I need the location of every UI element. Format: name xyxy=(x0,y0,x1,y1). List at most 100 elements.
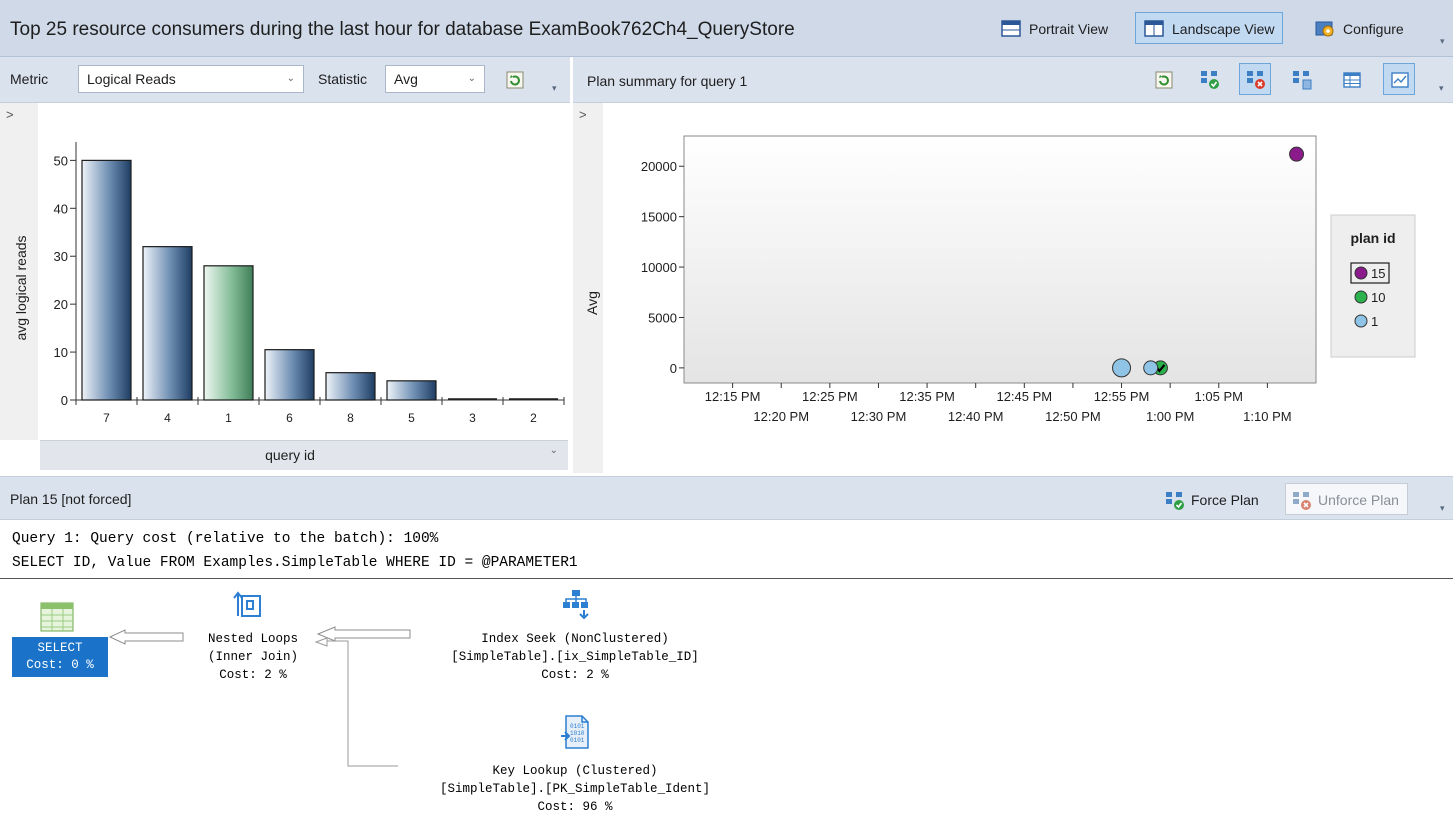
legend-swatch xyxy=(1354,314,1368,328)
y-tick-label: 0 xyxy=(61,393,68,408)
x-tick-label: 12:30 PM xyxy=(851,409,907,424)
refresh-button[interactable] xyxy=(498,63,530,95)
y-tick-label: 5000 xyxy=(648,310,677,325)
toolbar-overflow-grip[interactable]: ▾ xyxy=(552,84,560,99)
unforce-plan-label: Unforce Plan xyxy=(1318,492,1399,508)
index-seek-object: [SimpleTable].[ix_SimpleTable_ID] xyxy=(451,650,699,664)
x-tick-label: 6 xyxy=(286,411,293,425)
configure-label: Configure xyxy=(1343,21,1404,37)
nested-loops-cost: Cost: 2 % xyxy=(219,668,287,682)
plan-15-point[interactable] xyxy=(1289,146,1305,162)
refresh-icon xyxy=(506,71,524,89)
bar-query-8[interactable] xyxy=(325,372,376,401)
plan-1-point[interactable] xyxy=(1112,358,1132,378)
unforce-plan-button[interactable]: Unforce Plan xyxy=(1285,483,1408,515)
x-tick-label: 1 xyxy=(225,411,232,425)
force-plan-button[interactable]: Force Plan xyxy=(1158,483,1268,515)
statistic-select[interactable]: Avg ⌄ xyxy=(385,65,485,93)
portrait-view-icon xyxy=(1001,20,1021,37)
select-operator[interactable]: SELECT Cost: 0 % xyxy=(12,637,108,677)
x-tick-label: 12:50 PM xyxy=(1045,409,1101,424)
portrait-view-button[interactable]: Portrait View xyxy=(992,12,1117,44)
nested-loops-join-type: (Inner Join) xyxy=(207,650,298,664)
bar-query-4[interactable] xyxy=(142,246,193,401)
chart-icon xyxy=(1391,72,1409,88)
plan-summary-toolbar: Plan summary for query 1 ▾ xyxy=(573,57,1453,103)
metric-select-value: Logical Reads xyxy=(87,71,176,87)
toolbar-overflow-grip[interactable]: ▾ xyxy=(1440,37,1448,52)
y-tick-label: 50 xyxy=(54,153,68,168)
unforce-plan-toolbar-button[interactable] xyxy=(1239,63,1271,95)
grid-icon xyxy=(1343,72,1361,88)
x-tick-label: 7 xyxy=(103,411,110,425)
unforce-plan-icon xyxy=(1293,492,1311,510)
index-seek-operator[interactable]: Index Seek (NonClustered) [SimpleTable].… xyxy=(405,630,745,684)
svg-text:1010: 1010 xyxy=(570,730,585,737)
plan-summary-title: Plan summary for query 1 xyxy=(587,73,748,89)
x-tick-label: 3 xyxy=(469,411,476,425)
y-axis-label: Avg xyxy=(584,291,600,315)
y-tick-label: 15000 xyxy=(641,210,677,225)
nested-loops-label: Nested Loops xyxy=(207,632,298,646)
statistic-label: Statistic xyxy=(318,71,368,87)
nested-loops-icon xyxy=(233,591,261,617)
bar-query-1[interactable] xyxy=(203,265,254,401)
configure-button[interactable]: Configure xyxy=(1306,12,1413,44)
x-tick-label: 1:10 PM xyxy=(1243,409,1291,424)
report-title: Top 25 resource consumers during the las… xyxy=(10,19,795,40)
force-plan-icon xyxy=(1201,71,1219,89)
title-bar: Top 25 resource consumers during the las… xyxy=(0,0,1453,57)
x-tick-label: 12:55 PM xyxy=(1094,389,1150,404)
plan-1-point[interactable] xyxy=(1143,360,1159,376)
chevron-down-icon: ⌄ xyxy=(549,445,558,456)
bar-query-6[interactable] xyxy=(264,349,315,401)
landscape-view-button[interactable]: Landscape View xyxy=(1135,12,1284,44)
x-tick-label: 12:40 PM xyxy=(948,409,1004,424)
y-tick-label: 20000 xyxy=(641,159,677,174)
landscape-view-icon xyxy=(1144,20,1164,37)
legend-title: plan id xyxy=(1350,230,1395,246)
force-plan-toolbar-button[interactable] xyxy=(1193,63,1225,95)
bar-query-7[interactable] xyxy=(81,159,132,401)
key-lookup-label: Key Lookup (Clustered) xyxy=(492,764,658,778)
y-tick-label: 30 xyxy=(54,249,68,264)
key-lookup-icon: 0101 1010 0101 xyxy=(561,715,589,749)
x-tick-label: 8 xyxy=(347,411,354,425)
toolbar-overflow-grip[interactable]: ▾ xyxy=(1440,504,1448,519)
select-operator-label: SELECT xyxy=(37,641,83,655)
legend-item-label[interactable]: 15 xyxy=(1371,266,1385,281)
compare-plans-icon xyxy=(1293,71,1312,90)
key-lookup-cost: Cost: 96 % xyxy=(537,800,613,814)
legend-item-label[interactable]: 10 xyxy=(1371,290,1385,305)
force-plan-icon xyxy=(1166,492,1184,510)
configure-icon xyxy=(1315,21,1334,37)
svg-text:0101: 0101 xyxy=(570,737,585,744)
nested-loops-operator[interactable]: Nested Loops (Inner Join) Cost: 2 % xyxy=(178,630,328,684)
force-plan-label: Force Plan xyxy=(1191,492,1259,508)
index-seek-icon xyxy=(563,590,589,620)
key-lookup-operator[interactable]: Key Lookup (Clustered) [SimpleTable].[PK… xyxy=(395,762,755,816)
y-tick-label: 0 xyxy=(670,361,677,376)
chevron-down-icon: ⌄ xyxy=(467,73,476,84)
statistic-select-value: Avg xyxy=(394,71,418,87)
x-tick-label: 5 xyxy=(408,411,415,425)
chart-view-button[interactable] xyxy=(1383,63,1415,95)
toolbar-overflow-grip[interactable]: ▾ xyxy=(1439,84,1447,99)
bar-chart: avg logical reads 0 10 20 30 40 50 7 4 1 6 8 5 3 2 xyxy=(13,142,565,425)
plan-scatter-chart: Avg 0 5000 10000 15000 20000 12:15 PM 12:25 PM… xyxy=(584,135,1416,424)
legend-item-label[interactable]: 1 xyxy=(1371,314,1378,329)
refresh-icon xyxy=(1155,71,1173,89)
x-tick-label: 2 xyxy=(530,411,537,425)
x-tick-label: 12:15 PM xyxy=(705,389,761,404)
metric-label: Metric xyxy=(10,71,49,87)
y-axis-label: avg logical reads xyxy=(13,235,29,340)
index-seek-label: Index Seek (NonClustered) xyxy=(481,632,669,646)
y-tick-label: 20 xyxy=(54,297,68,312)
x-axis-selector[interactable]: query id ⌄ xyxy=(40,440,568,470)
y-tick-label: 10000 xyxy=(641,260,677,275)
bar-query-5[interactable] xyxy=(386,380,437,401)
refresh-button[interactable] xyxy=(1147,63,1179,95)
compare-plans-button[interactable] xyxy=(1285,63,1317,95)
grid-view-button[interactable] xyxy=(1335,63,1367,95)
metric-select[interactable]: Logical Reads ⌄ xyxy=(78,65,304,93)
